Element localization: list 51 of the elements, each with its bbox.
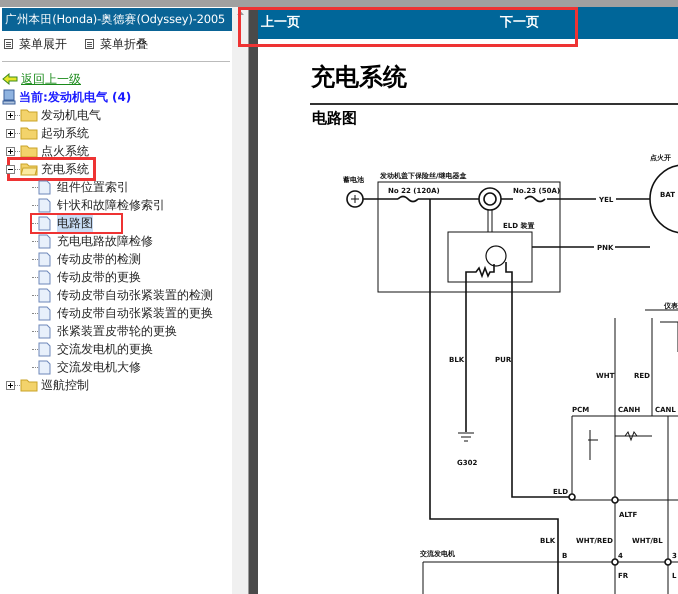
current-location: 当前:发动机电气 (4) xyxy=(19,89,132,106)
page-icon xyxy=(38,342,51,356)
document-item[interactable]: 电路图 xyxy=(32,214,121,232)
page-icon xyxy=(38,306,51,320)
next-page-link[interactable]: 下一页 xyxy=(500,13,539,33)
folder-item[interactable]: 起动系统 xyxy=(20,124,93,142)
folder-icon xyxy=(20,126,38,140)
document-item[interactable]: 组件位置索引 xyxy=(38,178,133,196)
page-icon xyxy=(38,180,51,194)
expand-toggle[interactable] xyxy=(6,110,15,120)
expand-toggle[interactable] xyxy=(6,146,15,156)
folder-item[interactable]: 点火系统 xyxy=(20,142,93,160)
expand-toggle[interactable] xyxy=(6,380,15,390)
menu-toggle-button[interactable]: 菜单折叠 xyxy=(85,35,148,53)
document-item[interactable]: 充电电路故障检修 xyxy=(38,232,157,250)
menu-toggle-button[interactable]: 菜单展开 xyxy=(4,35,67,53)
back-arrow-icon xyxy=(2,73,18,85)
folder-item[interactable]: 充电系统 xyxy=(10,160,93,178)
scrollbar[interactable] xyxy=(232,7,248,594)
page-icon xyxy=(38,252,51,266)
page-icon xyxy=(38,288,51,302)
document-item[interactable]: 交流发电机大修 xyxy=(38,358,145,376)
page-icon xyxy=(38,324,51,338)
folder-icon xyxy=(20,144,38,158)
document-item[interactable]: 张紧装置皮带轮的更换 xyxy=(38,322,181,340)
document-item[interactable]: 针状和故障检修索引 xyxy=(38,196,169,214)
page-icon xyxy=(38,198,51,212)
folder-item[interactable]: 巡航控制 xyxy=(20,376,93,394)
scroll-up-icon[interactable] xyxy=(236,11,244,15)
page-icon xyxy=(38,270,51,284)
folder-icon xyxy=(20,108,38,122)
document-item[interactable]: 交流发电机的更换 xyxy=(38,340,157,358)
computer-icon xyxy=(2,89,16,105)
open-folder-icon xyxy=(20,162,38,176)
document-item[interactable]: 传动皮带的更换 xyxy=(38,268,145,286)
document-item[interactable]: 传动皮带自动张紧装置的检测 xyxy=(38,286,217,304)
folder-item[interactable]: 发动机电气 xyxy=(20,106,105,124)
splitter-bar[interactable] xyxy=(248,7,258,594)
document-item[interactable]: 传动皮带的检测 xyxy=(38,250,145,268)
prev-page-link[interactable]: 上一页 xyxy=(261,13,300,33)
sidebar-title: 广州本田(Honda)-奥德赛(Odyssey)-2005 xyxy=(2,8,232,31)
back-link[interactable]: 返回上一级 xyxy=(21,70,81,88)
document-subtitle: 电路图 xyxy=(312,108,358,129)
collapse-toggle[interactable] xyxy=(6,164,15,174)
folder-icon xyxy=(20,378,38,392)
expand-toggle[interactable] xyxy=(6,128,15,138)
page-icon xyxy=(38,216,51,230)
document-title: 充电系统 xyxy=(311,62,408,93)
document-item[interactable]: 传动皮带自动张紧装置的更换 xyxy=(38,304,217,322)
page-icon xyxy=(38,234,51,248)
page-icon xyxy=(38,360,51,374)
